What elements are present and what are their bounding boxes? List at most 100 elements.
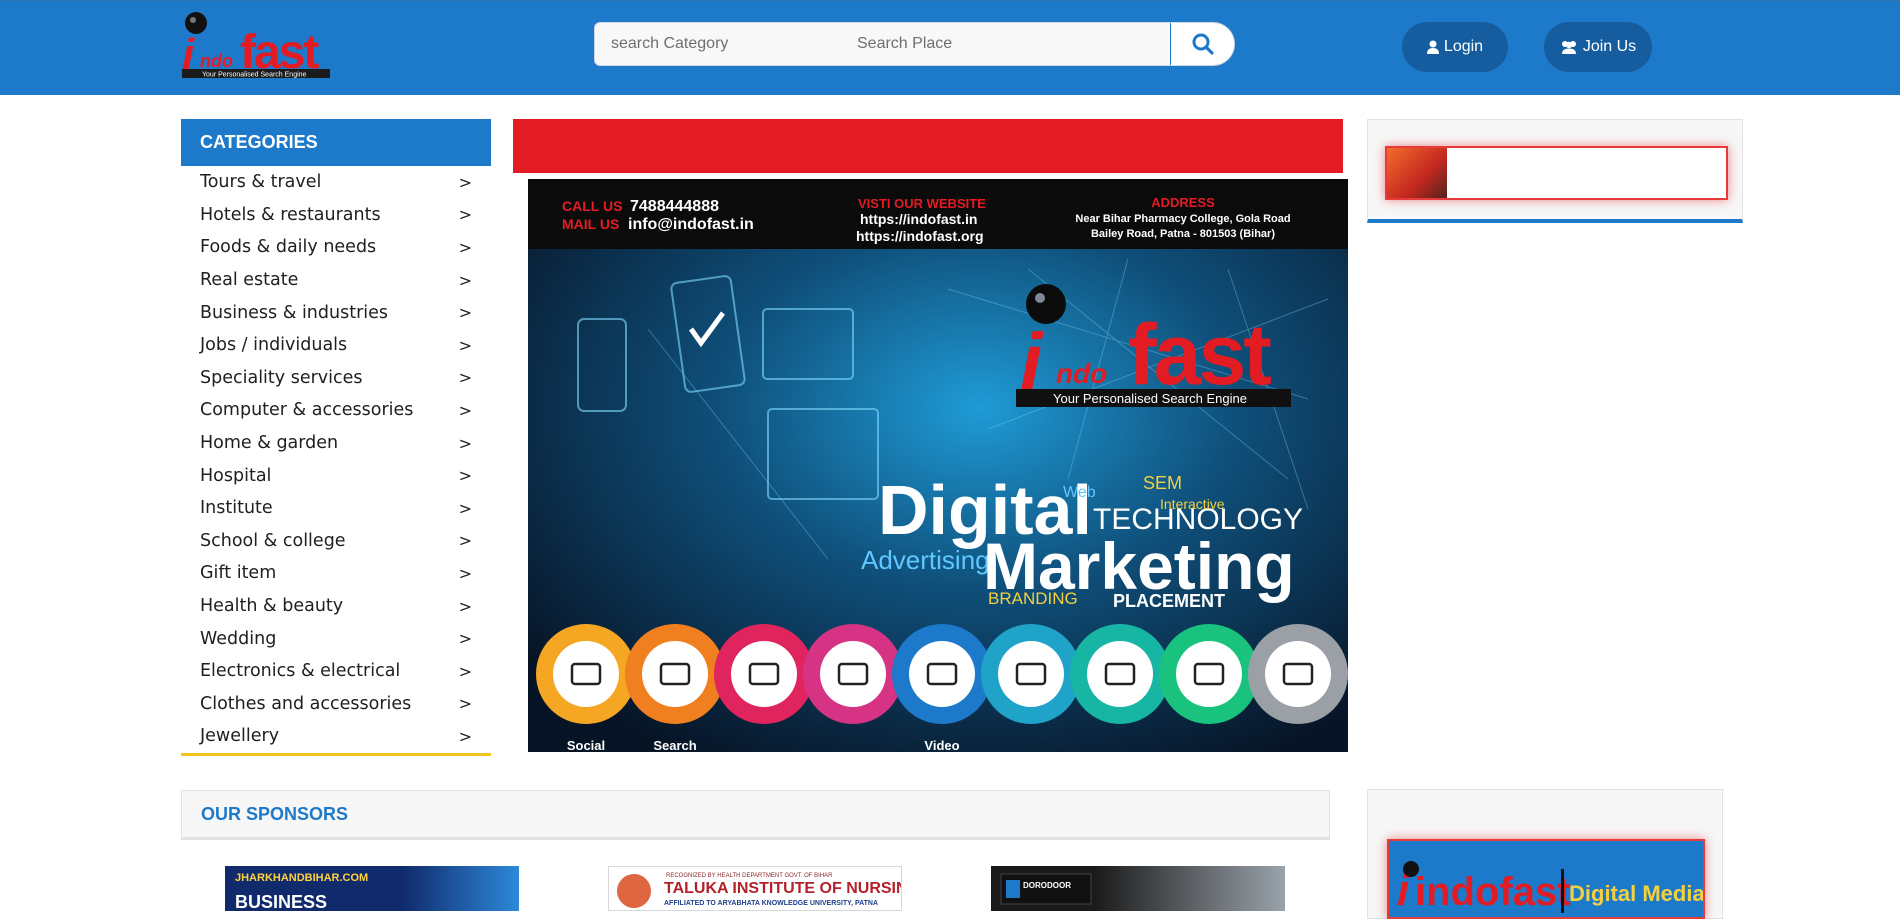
- category-label: Health & beauty: [200, 596, 344, 617]
- category-item[interactable]: Foods & daily needs >: [181, 231, 491, 264]
- category-item[interactable]: Institute >: [181, 492, 491, 525]
- sponsor-2-line1: RECOGNIZED BY HEALTH DEPARTMENT GOVT. OF…: [666, 873, 833, 879]
- category-label: Tours & travel: [200, 172, 322, 193]
- chevron-right-icon: >: [458, 303, 472, 323]
- chevron-right-icon: >: [458, 498, 472, 518]
- login-label: Login: [1443, 38, 1484, 55]
- right-ad-2[interactable]: i indofast Digital Media: [1387, 839, 1705, 919]
- chevron-right-icon: >: [458, 172, 472, 192]
- sponsor-card-3[interactable]: DORODOOR: [991, 866, 1285, 911]
- chevron-right-icon: >: [458, 694, 472, 714]
- logo-tagline: Your Personalised Search Engine: [202, 72, 307, 79]
- service-circle-label: Search: [653, 738, 696, 752]
- chevron-right-icon: >: [458, 726, 472, 746]
- search-place-input[interactable]: Search Place: [845, 23, 1095, 65]
- users-icon: [1561, 41, 1576, 54]
- sponsor-card-1[interactable]: JHARKHANDBIHAR.COM BUSINESS: [225, 866, 519, 911]
- chevron-right-icon: >: [458, 629, 472, 649]
- category-label: Institute: [200, 498, 273, 519]
- category-item[interactable]: Speciality services >: [181, 362, 491, 395]
- search-button[interactable]: [1170, 23, 1234, 65]
- chevron-right-icon: >: [458, 205, 472, 225]
- category-label: Business & industries: [200, 302, 389, 323]
- join-us-label: Join Us: [1582, 38, 1637, 55]
- chevron-right-icon: >: [458, 563, 472, 583]
- right-ad-thumbnail: [1387, 148, 1447, 198]
- category-label: School & college: [200, 530, 346, 551]
- categories-list: Tours & travel > Hotels & restaurants > Food…: [181, 166, 491, 756]
- promo-banner[interactable]: CALL US 7488444888 MAIL US info@indofast…: [528, 179, 1348, 752]
- category-item[interactable]: Hotels & restaurants >: [181, 199, 491, 232]
- chevron-right-icon: >: [458, 466, 472, 486]
- categories-panel: CATEGORIES Tours & travel > Hotels & resta…: [181, 119, 491, 757]
- sponsor-3-line1: DORODOOR: [1023, 881, 1071, 890]
- category-label: Home & garden: [200, 433, 339, 454]
- chevron-right-icon: >: [458, 531, 472, 551]
- category-label: Hotels & restaurants: [200, 204, 381, 225]
- service-circle-label: Video: [924, 738, 959, 752]
- category-item[interactable]: Computer & accessories >: [181, 394, 491, 427]
- category-item[interactable]: Hospital >: [181, 459, 491, 492]
- banner-website-1: https://indofast.in: [860, 211, 977, 227]
- banner-placement-word: PLACEMENT: [1113, 591, 1225, 611]
- service-circle-inner: [553, 641, 619, 707]
- search-category-input[interactable]: search Category: [595, 23, 845, 65]
- category-label: Jewellery: [200, 726, 280, 747]
- banner-logo-tagline: Your Personalised Search Engine: [1053, 391, 1247, 406]
- category-label: Jobs / individuals: [200, 335, 348, 356]
- category-label: Speciality services: [200, 367, 363, 388]
- category-item[interactable]: Jobs / individuals >: [181, 329, 491, 362]
- search-icon: [1192, 33, 1214, 55]
- category-item[interactable]: Real estate >: [181, 264, 491, 297]
- category-item[interactable]: Jewellery >: [181, 720, 491, 753]
- category-label: Electronics & electrical: [200, 661, 401, 682]
- service-circle-inner: [731, 641, 797, 707]
- chevron-right-icon: >: [458, 368, 472, 388]
- chevron-right-icon: >: [458, 237, 472, 257]
- site-logo[interactable]: i ndo fast Your Personalised Search Engi…: [180, 11, 332, 79]
- chevron-right-icon: >: [458, 661, 472, 681]
- login-button[interactable]: Login: [1402, 22, 1508, 72]
- banner-email: info@indofast.in: [628, 216, 754, 233]
- svg-text:fast: fast: [1128, 307, 1271, 403]
- category-item[interactable]: Tours & travel >: [181, 166, 491, 199]
- svg-text:ndo: ndo: [1056, 358, 1107, 389]
- banner-call-label: CALL US: [562, 198, 622, 214]
- category-item[interactable]: Health & beauty >: [181, 590, 491, 623]
- banner-address-line2: Bailey Road, Patna - 801503 (Bihar): [1091, 228, 1275, 240]
- category-item[interactable]: Electronics & electrical >: [181, 655, 491, 688]
- category-label: Clothes and accessories: [200, 693, 412, 714]
- sponsor-1-line2: BUSINESS: [235, 892, 327, 911]
- category-item[interactable]: Gift item >: [181, 557, 491, 590]
- service-circle-inner: [1265, 641, 1331, 707]
- join-us-button[interactable]: Join Us: [1544, 22, 1652, 72]
- sponsor-1-line1: JHARKHANDBIHAR.COM: [235, 872, 368, 884]
- right-ad-2-label: Digital Media: [1569, 881, 1703, 906]
- search-bar: search Category Search Place: [594, 22, 1235, 66]
- banner-adv-word: Advertising: [861, 545, 990, 575]
- site-header: i ndo fast Your Personalised Search Engi…: [0, 0, 1900, 95]
- category-label: Real estate: [200, 270, 299, 291]
- banner-website-label: VISTI OUR WEBSITE: [858, 196, 986, 211]
- category-item[interactable]: Wedding >: [181, 622, 491, 655]
- chevron-right-icon: >: [458, 335, 472, 355]
- right-ad[interactable]: [1385, 146, 1728, 200]
- category-label: Gift item: [200, 563, 277, 584]
- svg-text:Interactive: Interactive: [1160, 496, 1225, 512]
- service-circle-inner: [1087, 641, 1153, 707]
- svg-text:ndo: ndo: [200, 51, 233, 71]
- chevron-right-icon: >: [458, 596, 472, 616]
- category-label: Foods & daily needs: [200, 237, 377, 258]
- category-item[interactable]: Clothes and accessories >: [181, 688, 491, 721]
- banner-website-2: https://indofast.org: [856, 228, 984, 244]
- category-item[interactable]: School & college >: [181, 525, 491, 558]
- category-item[interactable]: Home & garden >: [181, 427, 491, 460]
- sponsor-card-2[interactable]: RECOGNIZED BY HEALTH DEPARTMENT GOVT. OF…: [608, 866, 902, 911]
- sponsors-title: OUR SPONSORS: [181, 790, 1330, 840]
- category-item[interactable]: Business & industries >: [181, 296, 491, 329]
- right-ad-box-2: i indofast Digital Media: [1367, 789, 1723, 919]
- right-ad-box: [1367, 119, 1743, 223]
- banner-branding-word: BRANDING: [988, 589, 1078, 608]
- chevron-right-icon: >: [458, 433, 472, 453]
- announcement-bar: [513, 119, 1343, 173]
